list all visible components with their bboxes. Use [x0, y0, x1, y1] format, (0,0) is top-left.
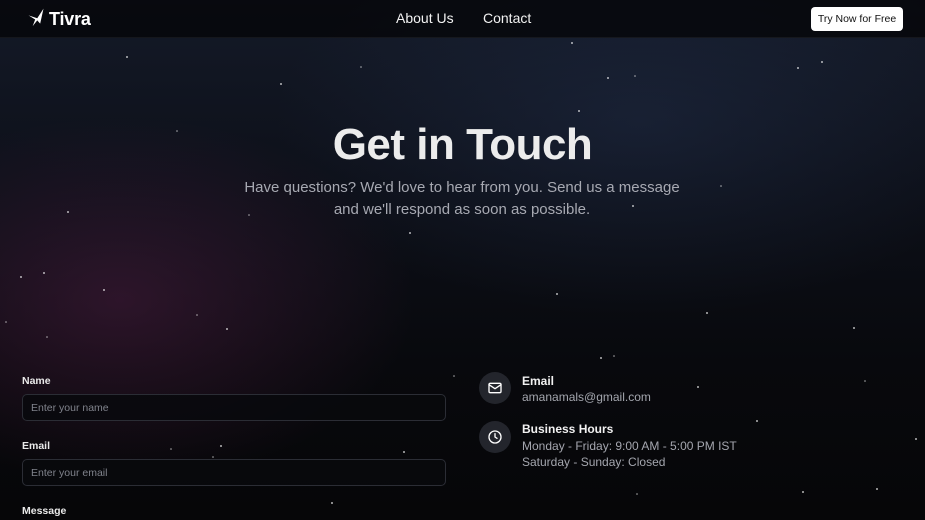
- name-input[interactable]: [22, 394, 446, 421]
- page-title: Get in Touch: [332, 120, 593, 169]
- name-label: Name: [22, 375, 51, 387]
- message-label: Message: [22, 505, 67, 517]
- hours-title: Business Hours: [522, 422, 614, 436]
- logo-link[interactable]: Tivra: [26, 8, 91, 30]
- page-background: [0, 0, 925, 520]
- email-title: Email: [522, 374, 555, 388]
- hours-weekday: Monday - Friday: 9:00 AM - 5:00 PM IST: [522, 439, 737, 453]
- nav-about-us[interactable]: About Us: [396, 10, 454, 26]
- hours-weekend: Saturday - Sunday: Closed: [522, 455, 666, 469]
- email-label: Email: [22, 440, 51, 452]
- top-navbar: Tivra About Us Contact Try Now for Free: [0, 0, 925, 38]
- nav-contact[interactable]: Contact: [483, 10, 531, 26]
- sparkle-icon: [26, 7, 46, 32]
- try-now-button[interactable]: Try Now for Free: [811, 7, 903, 31]
- clock-icon: [479, 421, 511, 453]
- email-input[interactable]: [22, 459, 446, 486]
- mail-icon: [479, 372, 511, 404]
- logo-text: Tivra: [49, 8, 91, 29]
- email-value: amanamals@gmail.com: [522, 390, 651, 404]
- page-subtitle: Have questions? We'd love to hear from y…: [244, 179, 680, 218]
